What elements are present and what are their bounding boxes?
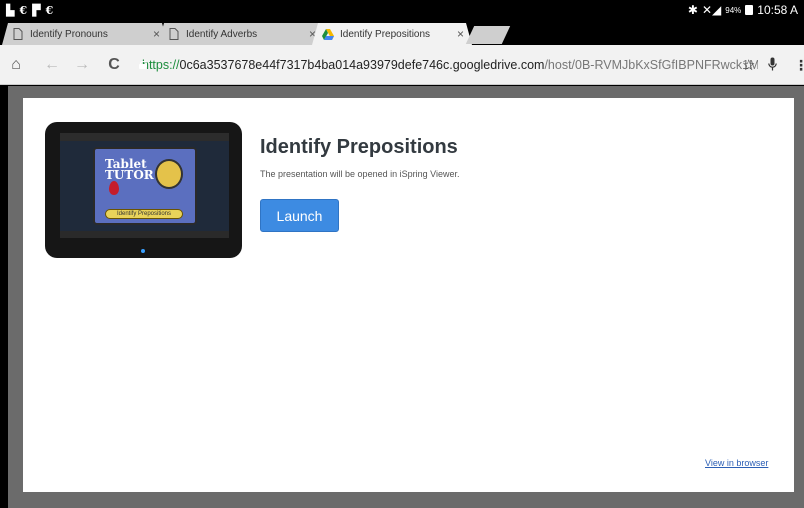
- browser-toolbar: ⌂ ← → C https://0c6a3537678e44f7317b4ba0…: [0, 45, 804, 85]
- close-icon[interactable]: ×: [457, 27, 464, 41]
- tablet-screen: Tablet TUTOR Identify Prepositions: [60, 133, 229, 238]
- new-tab-button[interactable]: [465, 26, 511, 44]
- bookmark-star-icon[interactable]: ☆: [742, 56, 755, 74]
- tablet-status-bar: [60, 133, 229, 141]
- tab-label: Identify Pronouns: [30, 28, 108, 40]
- tab-identify-prepositions[interactable]: Identify Prepositions ×: [312, 23, 472, 45]
- close-icon[interactable]: ×: [153, 27, 160, 41]
- url-path: /host/0B-RVMJbKxSfGfIBPNFRwck1Mai: [544, 58, 758, 72]
- view-in-browser-link[interactable]: View in browser: [705, 458, 768, 468]
- page-icon: [168, 28, 180, 40]
- page-icon: [12, 28, 24, 40]
- url-bar[interactable]: https://0c6a3537678e44f7317b4ba014a93979…: [136, 53, 758, 77]
- reload-button[interactable]: C: [100, 51, 128, 79]
- badge-icon: [155, 159, 183, 189]
- notification-icon-1: ▙: [6, 3, 15, 17]
- bluetooth-icon: ✱: [687, 3, 698, 17]
- tab-identify-adverbs[interactable]: Identify Adverbs ×: [158, 23, 324, 45]
- url-host: 0c6a3537678e44f7317b4ba014a93979defe746c…: [179, 58, 545, 72]
- notification-icon-4: €: [45, 3, 54, 17]
- presentation-thumbnail[interactable]: Tablet TUTOR Identify Prepositions: [45, 122, 242, 258]
- home-button[interactable]: ⌂: [2, 51, 30, 79]
- system-indicators: ✱ ✕◢ 94% 10:58 A: [688, 3, 798, 17]
- arrow-left-icon: ←: [44, 56, 60, 73]
- system-status-bar: ▙ € ▛ € ✱ ✕◢ 94% 10:58 A: [0, 0, 804, 20]
- arrow-right-icon: →: [74, 56, 90, 73]
- url-scheme: https://: [142, 58, 180, 72]
- tab-label: Identify Adverbs: [186, 28, 258, 40]
- forward-button[interactable]: →: [68, 51, 96, 79]
- battery-icon: [745, 5, 754, 15]
- overflow-menu-icon[interactable]: ⋮: [794, 57, 804, 74]
- slide-preview: Tablet TUTOR Identify Prepositions: [93, 147, 197, 225]
- home-icon: ⌂: [11, 56, 21, 73]
- page-subtitle: The presentation will be opened in iSpri…: [260, 169, 460, 179]
- tab-identify-pronouns[interactable]: Identify Pronouns ×: [2, 23, 168, 45]
- content-card: Tablet TUTOR Identify Prepositions Ident…: [23, 98, 794, 492]
- page-title: Identify Prepositions: [260, 136, 458, 158]
- notification-icon-3: ▛: [32, 3, 41, 17]
- camera-dot-icon: [141, 249, 145, 253]
- back-button[interactable]: ←: [38, 51, 66, 79]
- slide-pill: Identify Prepositions: [105, 209, 183, 219]
- tab-strip: Identify Pronouns × Identify Adverbs × I…: [0, 20, 804, 45]
- battery-percent: 94%: [725, 5, 742, 15]
- notification-icon-2: €: [19, 3, 28, 17]
- notification-icons: ▙ € ▛ €: [6, 4, 53, 17]
- signal-icon: ✕◢: [701, 3, 722, 17]
- reload-icon: C: [108, 56, 120, 73]
- launch-button[interactable]: Launch: [260, 199, 339, 232]
- tablet-nav-bar: [60, 231, 229, 238]
- drive-icon: [322, 28, 334, 40]
- microphone-icon[interactable]: [768, 57, 777, 74]
- page-viewport: Tablet TUTOR Identify Prepositions Ident…: [0, 86, 804, 508]
- tab-label: Identify Prepositions: [340, 28, 431, 40]
- clock: 10:58 A: [757, 3, 798, 17]
- drop-icon: [109, 181, 119, 195]
